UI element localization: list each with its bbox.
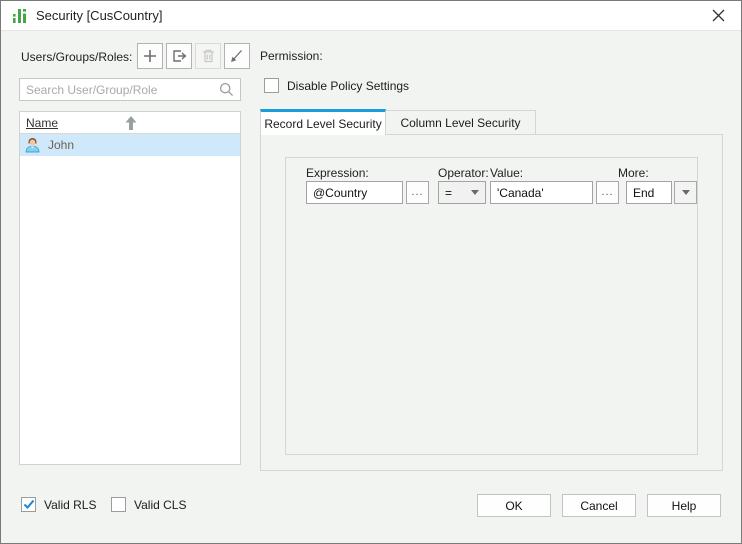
more-input[interactable]: End bbox=[626, 181, 672, 204]
search-input[interactable] bbox=[20, 83, 219, 97]
checkbox-unchecked-icon bbox=[111, 497, 126, 512]
checkmark-icon bbox=[23, 499, 35, 510]
value-browse-button[interactable]: ... bbox=[596, 181, 619, 204]
cancel-button[interactable]: Cancel bbox=[562, 494, 636, 517]
sort-arrow-up-icon bbox=[124, 115, 138, 131]
checkbox-unchecked-icon bbox=[264, 78, 279, 93]
record-level-security-panel: Expression: Operator: Value: More: @Coun… bbox=[260, 134, 723, 471]
users-groups-roles-label: Users/Groups/Roles: bbox=[21, 50, 132, 64]
search-icon bbox=[219, 82, 234, 97]
value-label: Value: bbox=[490, 166, 523, 180]
expression-input[interactable]: @Country bbox=[306, 181, 403, 204]
close-icon bbox=[712, 9, 725, 22]
app-logo-icon bbox=[11, 7, 29, 25]
pencil-icon bbox=[230, 49, 244, 63]
tab-column-level-security[interactable]: Column Level Security bbox=[386, 110, 536, 135]
valid-cls-label: Valid CLS bbox=[134, 498, 186, 512]
tab-record-level-security[interactable]: Record Level Security bbox=[260, 109, 386, 135]
expression-browse-button[interactable]: ... bbox=[406, 181, 429, 204]
close-button[interactable] bbox=[705, 4, 731, 28]
list-header-name[interactable]: Name bbox=[20, 112, 240, 134]
value-input[interactable]: 'Canada' bbox=[490, 181, 593, 204]
valid-cls-checkbox[interactable]: Valid CLS bbox=[111, 497, 186, 512]
security-dialog: Security [CusCountry] Users/Groups/Roles… bbox=[0, 0, 742, 544]
permission-label: Permission: bbox=[260, 49, 323, 63]
users-list: Name John bbox=[19, 111, 241, 465]
delete-user-button[interactable] bbox=[195, 43, 221, 69]
add-user-button[interactable] bbox=[137, 43, 163, 69]
operator-combobox[interactable]: = bbox=[438, 181, 486, 204]
disable-policy-checkbox[interactable]: Disable Policy Settings bbox=[264, 78, 409, 93]
user-row-label: John bbox=[48, 138, 74, 152]
export-icon bbox=[172, 49, 187, 63]
help-button[interactable]: Help bbox=[647, 494, 721, 517]
checkbox-checked-icon bbox=[21, 497, 36, 512]
rls-expression-group: Expression: Operator: Value: More: @Coun… bbox=[285, 157, 698, 455]
valid-rls-label: Valid RLS bbox=[44, 498, 96, 512]
user-avatar-icon bbox=[24, 137, 41, 153]
operator-label: Operator: bbox=[438, 166, 489, 180]
list-item-john[interactable]: John bbox=[20, 134, 240, 156]
search-box bbox=[19, 78, 241, 101]
operator-value: = bbox=[445, 186, 452, 200]
disable-policy-label: Disable Policy Settings bbox=[287, 79, 409, 93]
plus-icon bbox=[143, 49, 157, 63]
move-user-button[interactable] bbox=[166, 43, 192, 69]
user-toolbar bbox=[137, 43, 250, 69]
window-title: Security [CusCountry] bbox=[36, 8, 162, 23]
security-tabs: Record Level Security Column Level Secur… bbox=[260, 109, 536, 135]
chevron-down-icon bbox=[471, 190, 479, 195]
more-dropdown-button[interactable] bbox=[674, 181, 697, 204]
valid-rls-checkbox[interactable]: Valid RLS bbox=[21, 497, 96, 512]
edit-user-button[interactable] bbox=[224, 43, 250, 69]
name-column-header: Name bbox=[26, 116, 58, 130]
more-label: More: bbox=[618, 166, 649, 180]
expression-label: Expression: bbox=[306, 166, 369, 180]
title-bar: Security [CusCountry] bbox=[1, 1, 741, 31]
ok-button[interactable]: OK bbox=[477, 494, 551, 517]
chevron-down-icon bbox=[682, 190, 690, 195]
trash-icon bbox=[202, 49, 215, 63]
